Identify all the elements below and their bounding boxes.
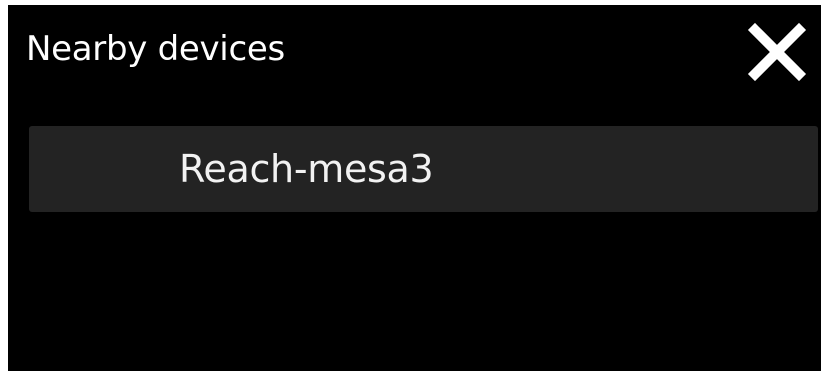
device-label: Reach-mesa3	[179, 147, 434, 191]
device-item-reach-mesa3[interactable]: Reach-mesa3	[29, 126, 818, 212]
dialog-title: Nearby devices	[26, 29, 285, 69]
close-button[interactable]	[745, 20, 809, 84]
close-icon	[747, 22, 807, 82]
device-list: Reach-mesa3	[29, 126, 818, 212]
nearby-devices-dialog: Nearby devices Reach-mesa3	[8, 5, 821, 371]
